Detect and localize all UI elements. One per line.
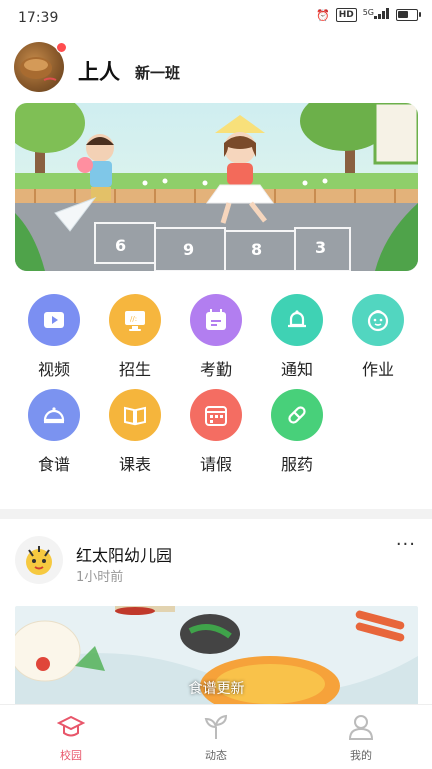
feature-enrollment[interactable]: //: 招生: [95, 294, 175, 384]
enrollment-icon: //:: [109, 294, 161, 346]
schedule-book-icon: [109, 389, 161, 441]
post-image[interactable]: 食谱更新: [15, 606, 418, 708]
feature-label: 视频: [37, 360, 70, 379]
signal-label: 5G: [362, 8, 374, 17]
leave-calendar-icon: [190, 389, 242, 441]
status-icons: ⏰ HD 5G: [315, 8, 421, 22]
svg-text:6: 6: [115, 236, 126, 255]
notification-bell-icon: [271, 294, 323, 346]
profile-header[interactable]: 上人 新一班: [14, 42, 414, 94]
banner-illustration[interactable]: 6 9 8 3: [15, 103, 418, 271]
svg-text:3: 3: [315, 238, 326, 257]
alarm-icon: ⏰: [315, 8, 330, 22]
svg-text:8: 8: [251, 240, 262, 259]
recipe-cloche-icon: [28, 389, 80, 441]
class-name[interactable]: 新一班: [135, 62, 180, 83]
post-author[interactable]: 红太阳幼儿园: [76, 542, 172, 566]
feature-label: 服药: [280, 455, 313, 474]
feature-notification[interactable]: 通知: [257, 294, 337, 384]
homework-face-icon: [352, 294, 404, 346]
feature-medicine[interactable]: 服药: [257, 389, 337, 479]
feature-schedule[interactable]: 课表: [95, 389, 175, 479]
feature-label: 食谱: [37, 455, 70, 474]
notification-dot: [56, 42, 67, 53]
network-hd-badge: HD: [335, 8, 357, 22]
feature-label: 招生: [118, 360, 151, 379]
feature-label: 作业: [361, 360, 394, 379]
feature-attendance[interactable]: 考勤: [176, 294, 256, 384]
feature-recipe[interactable]: 食谱: [14, 389, 94, 479]
status-time: 17:39: [18, 10, 59, 26]
battery-icon: [396, 9, 421, 21]
post-time: 1小时前: [76, 570, 124, 585]
tab-label: 我的: [350, 749, 372, 762]
svg-text://:: //:: [130, 315, 137, 323]
tab-feed[interactable]: 动态: [176, 709, 256, 763]
feature-video[interactable]: 视频: [14, 294, 94, 384]
feature-label: 通知: [280, 360, 313, 379]
graduation-cap-icon: [56, 715, 86, 737]
signal-icon: 5G: [363, 8, 390, 22]
tab-me[interactable]: 我的: [321, 709, 401, 763]
tab-label: 校园: [60, 749, 82, 762]
post-image-caption: 食谱更新: [188, 681, 245, 697]
feature-label: 考勤: [199, 360, 232, 379]
feature-leave[interactable]: 请假: [176, 389, 256, 479]
attendance-icon: [190, 294, 242, 346]
medicine-pill-icon: [271, 389, 323, 441]
tab-campus[interactable]: 校园: [31, 709, 111, 763]
sprout-icon: [204, 714, 228, 739]
tab-label: 动态: [205, 749, 227, 762]
feature-label: 课表: [118, 455, 151, 474]
user-name: 上人: [78, 60, 120, 84]
status-bar: 17:39 ⏰ HD 5G: [0, 0, 432, 36]
feature-label: 请假: [199, 455, 232, 474]
user-icon: [348, 715, 374, 740]
kindergarten-avatar[interactable]: [15, 536, 63, 584]
more-options-icon[interactable]: ···: [396, 534, 416, 555]
svg-text:9: 9: [183, 240, 194, 259]
battery-level: [398, 11, 408, 18]
feature-homework[interactable]: 作业: [338, 294, 418, 384]
section-divider: [0, 509, 432, 519]
bottom-tab-bar: 校园 动态 我的: [0, 704, 432, 769]
video-icon: [28, 294, 80, 346]
